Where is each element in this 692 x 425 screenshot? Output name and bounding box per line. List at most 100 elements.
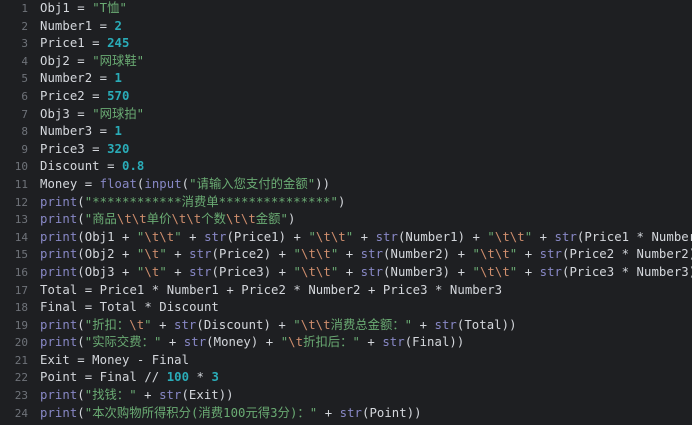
code-line[interactable]: 8 Number3 = 1 [0, 123, 692, 141]
code-line[interactable]: 14 print(Obj1 + "\t\t" + str(Price1) + "\… [0, 229, 692, 247]
code-token: str [189, 264, 212, 279]
code-token: Price2 = [40, 88, 108, 103]
line-number: 10 [14, 160, 28, 174]
code-text[interactable]: print("商品\t\t单价\t\t个数\t\t金额") [40, 211, 295, 229]
code-token: (Price3) + [211, 264, 294, 279]
code-line[interactable]: 7 Obj3 = "网球拍" [0, 106, 692, 124]
code-token: Exit = Money - Final [40, 352, 190, 367]
code-text[interactable]: Price2 = 570 [40, 88, 129, 106]
code-text[interactable]: Number1 = 2 [40, 18, 122, 36]
code-token: (Final)) [404, 335, 465, 350]
line-number: 8 [21, 125, 28, 139]
code-line[interactable]: 4 Obj2 = "网球鞋" [0, 53, 692, 71]
code-token: \t\t [301, 247, 331, 262]
code-line[interactable]: 11 Money = float(input("请输入您支付的金额")) [0, 176, 692, 194]
code-token: Price3 = [40, 141, 108, 156]
code-line[interactable]: 22 Point = Final // 100 * 3 [0, 369, 692, 387]
code-line[interactable]: 15 print(Obj2 + "\t" + str(Price2) + "\t\… [0, 246, 692, 264]
code-token: \t\t [116, 212, 147, 227]
code-text[interactable]: Discount = 0.8 [40, 158, 144, 176]
code-token: + [161, 335, 184, 350]
code-line[interactable]: 5 Number2 = 1 [0, 70, 692, 88]
code-token: str [434, 317, 457, 332]
code-line[interactable]: 9 Price3 = 320 [0, 141, 692, 159]
code-token: Price1 = [40, 36, 108, 51]
code-token: str [554, 229, 577, 244]
code-line[interactable]: 19 print("折扣：\t" + str(Discount) + "\t\t消… [0, 317, 692, 335]
line-number: 1 [21, 2, 28, 15]
line-number: 2 [21, 19, 28, 33]
code-text[interactable]: Point = Final // 100 * 3 [40, 369, 219, 387]
code-token: + [166, 247, 190, 262]
code-token: Money = [40, 176, 100, 191]
code-token: " [308, 229, 316, 244]
code-line[interactable]: 21 Exit = Money - Final [0, 352, 692, 370]
code-line[interactable]: 6 Price2 = 570 [0, 88, 692, 106]
code-text[interactable]: print(Obj1 + "\t\t" + str(Price1) + "\t\… [40, 229, 692, 247]
code-token: \t\t [300, 317, 331, 332]
code-text[interactable]: print("折扣：\t" + str(Discount) + "\t\t消费总… [40, 317, 517, 335]
code-text[interactable]: Final = Total * Discount [40, 299, 219, 317]
code-line[interactable]: 2 Number1 = 2 [0, 18, 692, 36]
code-token: \t\t [479, 264, 510, 279]
code-token: ) [287, 212, 296, 227]
line-number: 12 [14, 195, 28, 209]
code-text[interactable]: Obj2 = "网球鞋" [40, 53, 144, 71]
code-token: (Total)) [456, 317, 517, 332]
code-token: \t [129, 317, 145, 332]
code-token: \t\t [171, 212, 202, 227]
code-token: + [136, 388, 160, 403]
code-line[interactable]: 3 Price1 = 245 [0, 35, 692, 53]
code-line[interactable]: 12 print("************消费单***************"… [0, 194, 692, 212]
code-token: str [339, 405, 362, 420]
code-token: " [472, 247, 480, 262]
code-text[interactable]: Number3 = 1 [40, 123, 122, 141]
code-token: float [99, 176, 137, 191]
code-text[interactable]: Total = Price1 * Number1 + Price2 * Numb… [40, 282, 502, 300]
code-token: \t [144, 264, 160, 279]
code-token: "************消费单***************" [84, 194, 338, 209]
code-token: " [472, 264, 480, 279]
code-text[interactable]: print(Obj2 + "\t" + str(Price2) + "\t\t"… [40, 246, 692, 264]
code-token: + [532, 229, 555, 244]
code-text[interactable]: print("实际交费：" + str(Money) + "\t折扣后：" + … [40, 334, 464, 352]
code-token: (Discount) + [196, 317, 294, 332]
code-token: print [40, 317, 78, 332]
code-token: \t\t [494, 229, 525, 244]
code-line[interactable]: 17 Total = Price1 * Number1 + Price2 * Nu… [0, 282, 692, 300]
code-token: (Obj2 + [77, 247, 137, 262]
line-number: 14 [14, 230, 28, 244]
code-token: " [159, 264, 167, 279]
code-text[interactable]: print(Obj3 + "\t" + str(Price3) + "\t\t"… [40, 264, 692, 282]
code-token: (Obj1 + [77, 229, 137, 244]
code-token: "折扣： [84, 317, 130, 332]
code-line[interactable]: 1 Obj1 = "T恤" [0, 0, 692, 18]
code-token: 0.8 [122, 159, 145, 174]
code-text[interactable]: Obj3 = "网球拍" [40, 106, 144, 124]
code-text[interactable]: print("本次购物所得积分(消费100元得3分)：" + str(Point… [40, 405, 422, 423]
code-line[interactable]: 10 Discount = 0.8 [0, 158, 692, 176]
code-text[interactable]: Price3 = 320 [40, 141, 129, 159]
code-text[interactable]: print("找钱：" + str(Exit)) [40, 387, 234, 405]
code-line[interactable]: 20 print("实际交费：" + str(Money) + "\t折扣后：" … [0, 334, 692, 352]
code-text[interactable]: Exit = Money - Final [40, 352, 189, 370]
code-token: print [40, 388, 78, 403]
code-line[interactable]: 24 print("本次购物所得积分(消费100元得3分)：" + str(Poi… [0, 405, 692, 423]
code-line[interactable]: 13 print("商品\t\t单价\t\t个数\t\t金额") [0, 211, 692, 229]
code-token: (Money) + [206, 335, 281, 350]
code-text[interactable]: Money = float(input("请输入您支付的金额")) [40, 176, 330, 194]
code-token: Obj1 = [40, 1, 93, 15]
code-text[interactable]: Obj1 = "T恤" [40, 0, 127, 18]
code-editor[interactable]: 1 Obj1 = "T恤" 2 Number1 = 2 3 Price1 = 245 4 Ob… [0, 0, 692, 425]
code-line[interactable]: 23 print("找钱：" + str(Exit)) [0, 387, 692, 405]
code-token: Final = Total * Discount [40, 300, 219, 315]
code-token: "商品 [84, 212, 117, 227]
code-text[interactable]: print("************消费单***************") [40, 194, 345, 212]
line-number: 20 [14, 336, 28, 350]
code-token: \t [288, 335, 304, 350]
code-token: (Price2 * Number2)) [562, 247, 692, 262]
code-text[interactable]: Number2 = 1 [40, 70, 122, 88]
code-line[interactable]: 18 Final = Total * Discount [0, 299, 692, 317]
code-line[interactable]: 16 print(Obj3 + "\t" + str(Price3) + "\t\… [0, 264, 692, 282]
code-text[interactable]: Price1 = 245 [40, 35, 129, 53]
